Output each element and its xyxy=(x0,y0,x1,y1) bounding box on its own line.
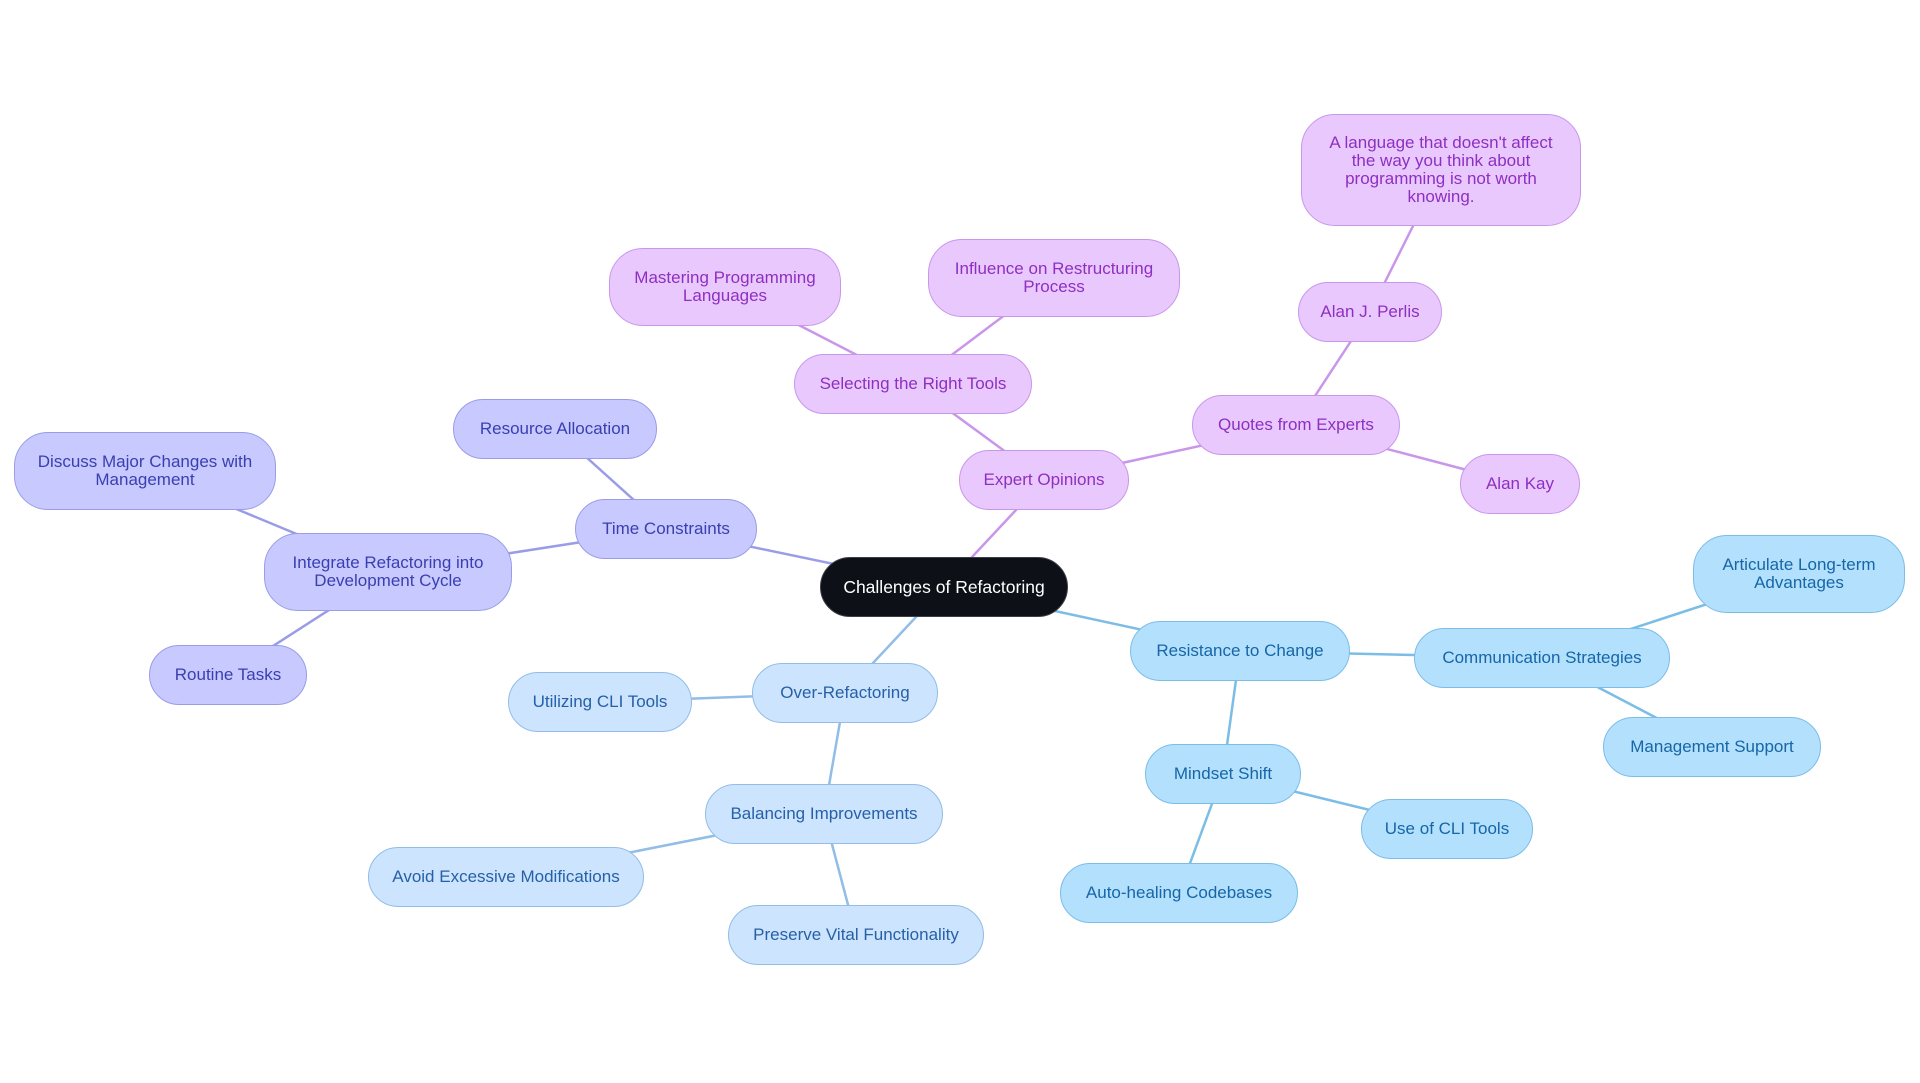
node-time-constraints[interactable]: Time Constraints xyxy=(575,499,757,559)
node-label: Expert Opinions xyxy=(983,470,1105,489)
node-label: Preserve Vital Functionality xyxy=(753,925,959,944)
node-over-refactoring[interactable]: Over-Refactoring xyxy=(752,663,938,723)
root-node[interactable]: Challenges of Refactoring xyxy=(820,557,1068,617)
node-alan-kay[interactable]: Alan Kay xyxy=(1460,454,1580,514)
node-label: Use of CLI Tools xyxy=(1384,819,1510,838)
node-label: A language that doesn't affect the way y… xyxy=(1329,133,1553,206)
node-label: Mindset Shift xyxy=(1173,764,1273,783)
node-use-of-cli-tools[interactable]: Use of CLI Tools xyxy=(1361,799,1533,859)
node-label: Utilizing CLI Tools xyxy=(532,692,668,711)
node-label: Alan J. Perlis xyxy=(1320,302,1420,321)
node-expert-opinions[interactable]: Expert Opinions xyxy=(959,450,1129,510)
node-routine-tasks[interactable]: Routine Tasks xyxy=(149,645,307,705)
node-label: Selecting the Right Tools xyxy=(819,374,1007,393)
node-discuss-major-changes[interactable]: Discuss Major Changes with Management xyxy=(14,432,276,510)
node-management-support[interactable]: Management Support xyxy=(1603,717,1821,777)
node-label: Communication Strategies xyxy=(1442,648,1642,667)
node-label: Discuss Major Changes with Management xyxy=(37,452,253,489)
node-utilizing-cli-tools[interactable]: Utilizing CLI Tools xyxy=(508,672,692,732)
node-preserve-vital-functionality[interactable]: Preserve Vital Functionality xyxy=(728,905,984,965)
node-label: Auto-healing Codebases xyxy=(1085,883,1273,902)
node-label: Routine Tasks xyxy=(174,665,282,684)
node-label: Articulate Long-term Advantages xyxy=(1722,555,1876,592)
node-balancing-improvements[interactable]: Balancing Improvements xyxy=(705,784,943,844)
node-label: Resource Allocation xyxy=(479,419,631,438)
node-label: Quotes from Experts xyxy=(1218,415,1374,434)
node-communication-strategies[interactable]: Communication Strategies xyxy=(1414,628,1670,688)
node-label: Influence on Restructuring Process xyxy=(954,259,1154,296)
node-auto-healing-codebases[interactable]: Auto-healing Codebases xyxy=(1060,863,1298,923)
node-label: Balancing Improvements xyxy=(730,804,918,823)
node-label: Avoid Excessive Modifications xyxy=(392,867,620,886)
node-resource-allocation[interactable]: Resource Allocation xyxy=(453,399,657,459)
node-label: Resistance to Change xyxy=(1156,641,1324,660)
node-label: Challenges of Refactoring xyxy=(843,577,1045,597)
node-label: Integrate Refactoring into Development C… xyxy=(292,553,484,590)
node-label: Time Constraints xyxy=(602,519,730,538)
node-label: Over-Refactoring xyxy=(780,683,910,702)
node-selecting-right-tools[interactable]: Selecting the Right Tools xyxy=(794,354,1032,414)
node-perlis-quote[interactable]: A language that doesn't affect the way y… xyxy=(1301,114,1581,226)
node-influence-restructuring[interactable]: Influence on Restructuring Process xyxy=(928,239,1180,317)
node-resistance-to-change[interactable]: Resistance to Change xyxy=(1130,621,1350,681)
node-mastering-programming-languages[interactable]: Mastering Programming Languages xyxy=(609,248,841,326)
node-mindset-shift[interactable]: Mindset Shift xyxy=(1145,744,1301,804)
node-label: Management Support xyxy=(1630,737,1794,756)
node-avoid-excessive-modifications[interactable]: Avoid Excessive Modifications xyxy=(368,847,644,907)
node-alan-perlis[interactable]: Alan J. Perlis xyxy=(1298,282,1442,342)
node-label: Alan Kay xyxy=(1485,474,1555,493)
node-integrate-refactoring[interactable]: Integrate Refactoring into Development C… xyxy=(264,533,512,611)
node-articulate-long-term-advantages[interactable]: Articulate Long-term Advantages xyxy=(1693,535,1905,613)
node-quotes-from-experts[interactable]: Quotes from Experts xyxy=(1192,395,1400,455)
node-label: Mastering Programming Languages xyxy=(634,268,816,305)
